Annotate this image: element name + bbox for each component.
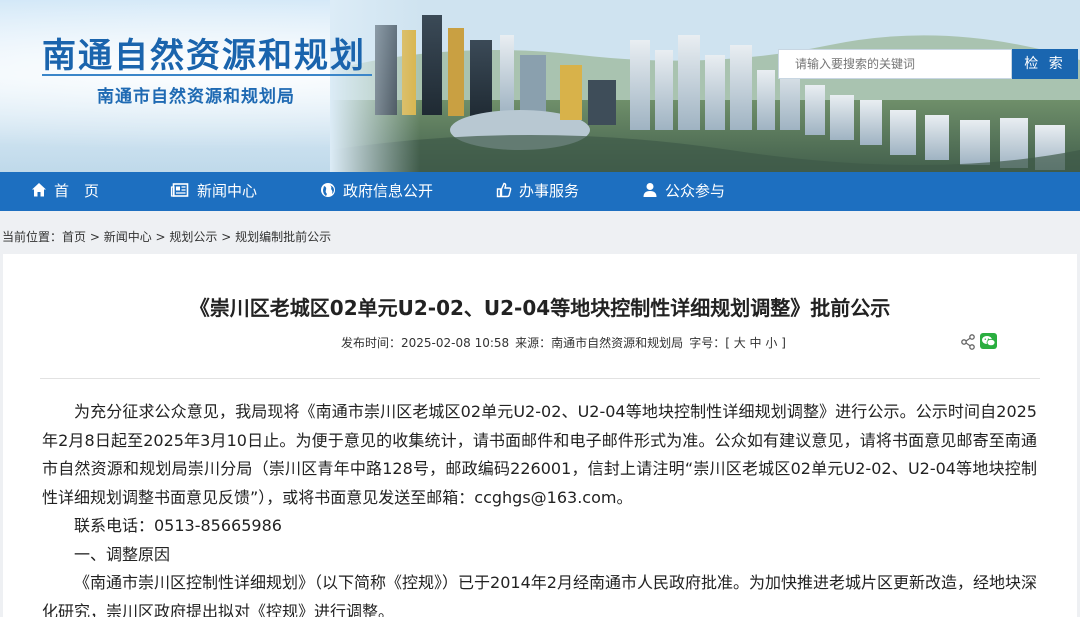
breadcrumb: 当前位置：首页 > 新闻中心 > 规划公示 > 规划编制批前公示 (2, 228, 331, 245)
nav-label: 新闻中心 (197, 182, 258, 200)
breadcrumb-plan-notice[interactable]: 规划公示 (169, 230, 217, 244)
article-paragraph: 联系电话：0513-85665986 (74, 516, 282, 535)
breadcrumb-home[interactable]: 首页 (62, 230, 86, 244)
article-card: 《崇川区老城区02单元U2-02、U2-04等地块控制性详细规划调整》批前公示 … (3, 254, 1077, 617)
font-size-small[interactable]: 小 (765, 336, 777, 350)
nav-label: 公众参与 (665, 182, 726, 200)
breadcrumb-separator: > (217, 230, 236, 244)
site-subtitle: 南通市自然资源和规划局 (97, 87, 295, 107)
nav-item-home[interactable]: 首 页 (31, 172, 99, 211)
article-paragraph: 《南通市崇川区控制性详细规划》（以下简称《控规》）已于2014年2月经南通市人民… (42, 573, 1037, 617)
home-icon (32, 183, 46, 197)
search-input[interactable] (778, 49, 1012, 79)
main-nav: 首 页 新闻中心 政府信息公开 办事服务 公众参与 (0, 172, 1080, 211)
breadcrumb-current[interactable]: 规划编制批前公示 (235, 230, 331, 244)
thumbs-up-icon (496, 182, 512, 198)
globe-icon (321, 183, 335, 197)
nav-label: 政府信息公开 (343, 182, 434, 200)
article-meta: 发布时间：2025-02-08 10:58 来源：南通市自然资源和规划局 字号：[ … (341, 336, 786, 350)
nav-label: 办事服务 (519, 182, 580, 200)
publish-label: 发布时间： (341, 336, 402, 350)
breadcrumb-prefix: 当前位置： (2, 230, 63, 244)
site-title: 南通自然资源和规划 (42, 36, 366, 76)
breadcrumb-news[interactable]: 新闻中心 (104, 230, 152, 244)
title-underline (42, 74, 372, 76)
font-size-label: 字号： (689, 336, 726, 350)
nav-label: 首 页 (54, 182, 100, 200)
share-icon[interactable] (961, 334, 975, 350)
user-icon (643, 183, 657, 197)
source-label: 来源： (515, 336, 552, 350)
article-title: 《崇川区老城区02单元U2-02、U2-04等地块控制性详细规划调整》批前公示 (189, 296, 891, 320)
nav-item-gov-info[interactable]: 政府信息公开 (320, 172, 433, 211)
wechat-icon[interactable] (980, 333, 997, 349)
nav-item-public[interactable]: 公众参与 (642, 172, 725, 211)
city-skyline-image (330, 0, 1080, 172)
article-paragraph: 一、调整原因 (74, 544, 171, 564)
newspaper-icon (170, 183, 189, 197)
search-button[interactable]: 检 索 (1012, 49, 1078, 79)
font-size-medium[interactable]: 中 (750, 336, 762, 350)
header-banner: 南通自然资源和规划 南通市自然资源和规划局 检 索 (0, 0, 1080, 172)
breadcrumb-separator: > (86, 230, 104, 244)
breadcrumb-separator: > (151, 230, 170, 244)
font-size-large[interactable]: 大 (734, 336, 746, 350)
meta-divider (40, 378, 1040, 379)
source-value: 南通市自然资源和规划局 (551, 336, 684, 350)
nav-item-news[interactable]: 新闻中心 (170, 172, 257, 211)
nav-item-services[interactable]: 办事服务 (496, 172, 579, 211)
article-body: 为充分征求公众意见，我局现将《南通市崇川区老城区02单元U2-02、U2-04等… (42, 398, 1037, 617)
publish-time: 2025-02-08 10:58 (401, 336, 510, 350)
article-paragraph: 为充分征求公众意见，我局现将《南通市崇川区老城区02单元U2-02、U2-04等… (42, 402, 1037, 507)
